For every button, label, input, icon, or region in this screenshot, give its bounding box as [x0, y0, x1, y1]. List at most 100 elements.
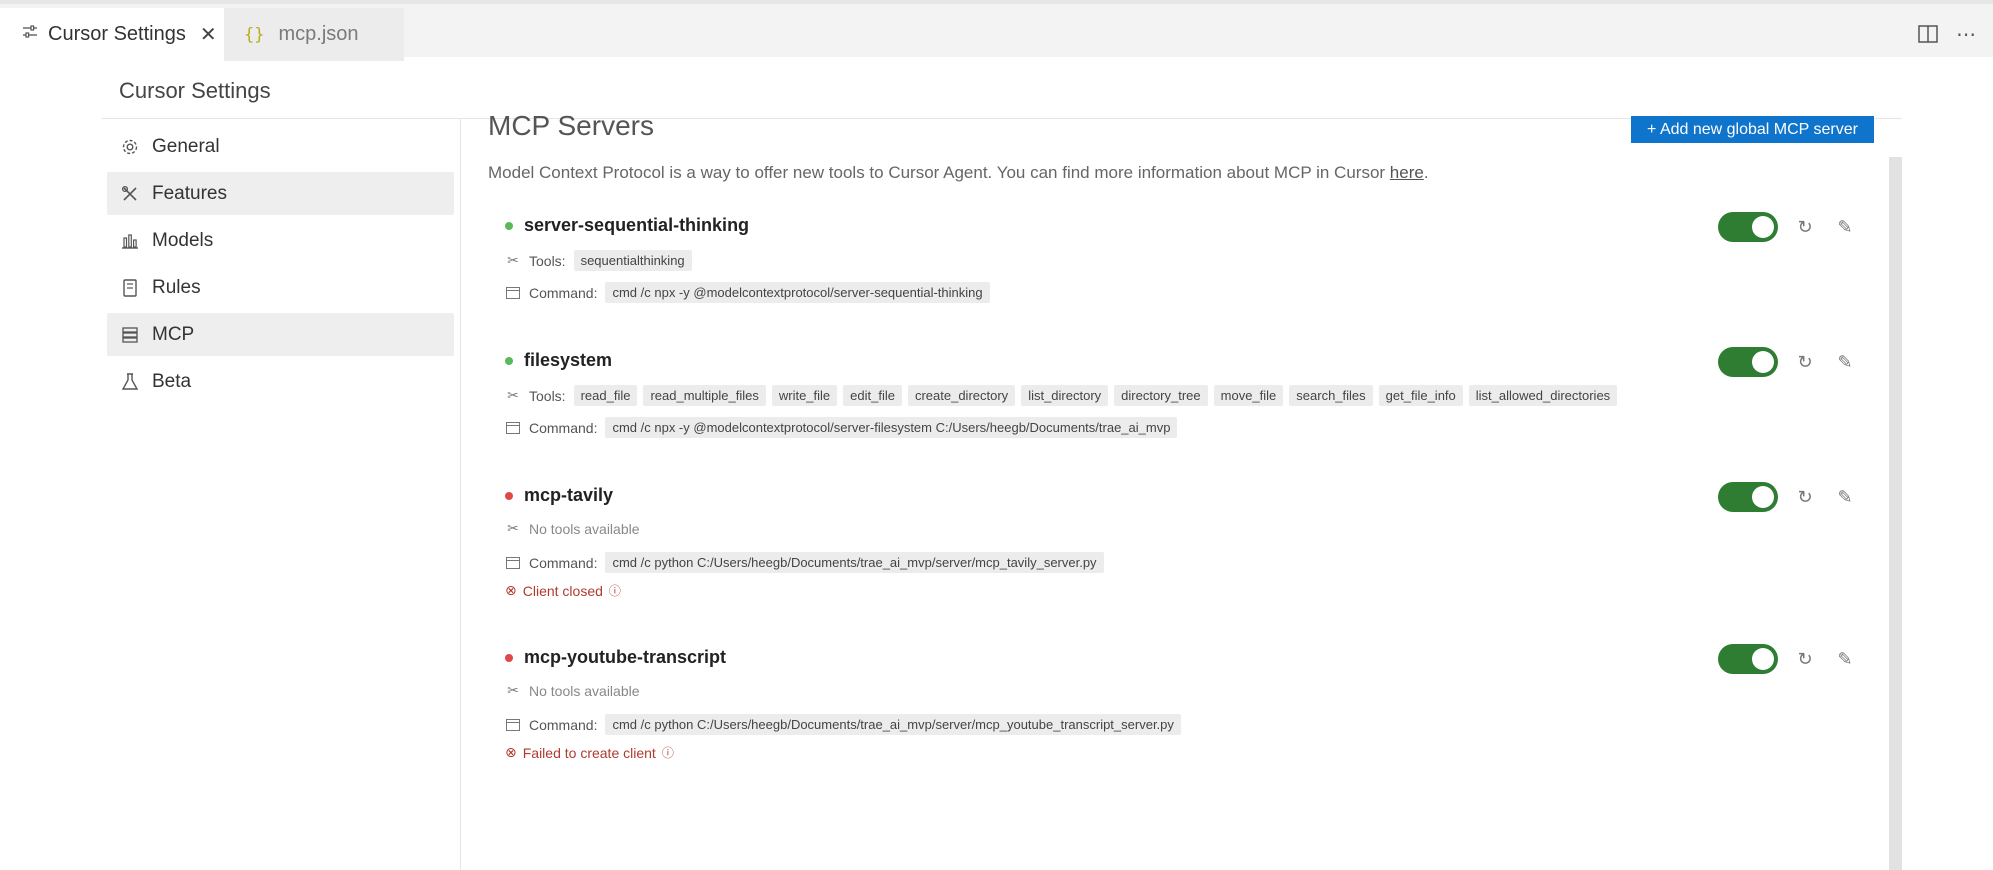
flask-icon — [120, 372, 140, 391]
terminal-icon — [505, 556, 521, 569]
tools-row: ✂ No tools available — [505, 520, 640, 537]
status-dot — [505, 356, 513, 365]
bar-chart-icon — [120, 232, 140, 250]
sidebar-item-label: Rules — [152, 276, 201, 298]
tab-cursor-settings[interactable]: Cursor Settings ✕ — [0, 8, 224, 61]
settings-sliders-icon — [22, 25, 38, 44]
tools-icon: ✂ — [507, 252, 519, 268]
add-global-mcp-server-button[interactable]: + Add new global MCP server — [1631, 116, 1874, 143]
tab-label: Cursor Settings — [48, 23, 186, 45]
command-row: Command: cmd /c npx -y @modelcontextprot… — [505, 282, 996, 303]
error-circle-icon: ⊗ — [505, 582, 517, 598]
more-actions-icon[interactable]: ⋯ — [1952, 22, 1980, 46]
command-chip: cmd /c npx -y @modelcontextprotocol/serv… — [605, 417, 1178, 438]
command-label: Command: — [529, 554, 598, 571]
command-label: Command: — [529, 716, 598, 733]
server-name: server-sequential-thinking — [524, 215, 750, 235]
tool-chip: directory_tree — [1114, 385, 1208, 406]
tools-label: Tools: — [529, 387, 566, 404]
sidebar-item-mcp[interactable]: MCP — [107, 313, 454, 356]
status-dot — [505, 653, 513, 662]
server-error: ⊗ Client closed ⓘ — [505, 582, 621, 599]
tool-chip: sequentialthinking — [573, 250, 692, 271]
tab-mcp-json[interactable]: {} mcp.json — [224, 8, 404, 61]
sidebar-item-rules[interactable]: Rules — [107, 266, 454, 309]
command-row: Command: cmd /c python C:/Users/heegb/Do… — [505, 552, 1110, 573]
sidebar-item-label: General — [152, 135, 220, 157]
error-text: Failed to create client — [522, 744, 656, 761]
settings-sidebar: General Features Models Rules MCP Beta — [107, 125, 454, 407]
server-error: ⊗ Failed to create client ⓘ — [505, 744, 674, 761]
edit-pencil-icon[interactable]: ✎ — [1832, 487, 1858, 508]
tools-icon: ✂ — [507, 520, 519, 536]
page-title: Cursor Settings — [119, 78, 271, 103]
server-name: filesystem — [524, 350, 613, 370]
command-row: Command: cmd /c npx -y @modelcontextprot… — [505, 417, 1183, 438]
refresh-icon[interactable]: ↻ — [1792, 487, 1818, 508]
sidebar-item-label: Models — [152, 229, 214, 251]
tools-label: Tools: — [529, 252, 566, 269]
edit-pencil-icon[interactable]: ✎ — [1832, 217, 1858, 238]
server-controls: ↻ ✎ — [1718, 212, 1858, 242]
tool-chip: move_file — [1213, 385, 1284, 406]
tool-chip: search_files — [1289, 385, 1373, 406]
status-dot — [505, 491, 513, 500]
sidebar-item-label: Features — [152, 182, 227, 204]
server-name: mcp-youtube-transcript — [524, 647, 727, 667]
server-enable-toggle[interactable] — [1718, 212, 1778, 242]
server-enable-toggle[interactable] — [1718, 644, 1778, 674]
terminal-icon — [505, 286, 521, 299]
refresh-icon[interactable]: ↻ — [1792, 217, 1818, 238]
tool-chip: write_file — [771, 385, 838, 406]
section-description: Model Context Protocol is a way to offer… — [488, 163, 1429, 183]
tool-chip: list_directory — [1021, 385, 1109, 406]
editor-tab-bar: Cursor Settings ✕ {} mcp.json ⋯ — [0, 0, 1993, 61]
split-editor-icon[interactable] — [1914, 22, 1942, 46]
server-header: server-sequential-thinking — [505, 215, 749, 236]
server-name: mcp-tavily — [524, 485, 614, 505]
scrollbar[interactable] — [1889, 157, 1902, 870]
json-braces-icon: {} — [244, 24, 265, 45]
edit-pencil-icon[interactable]: ✎ — [1832, 352, 1858, 373]
refresh-icon[interactable]: ↻ — [1792, 649, 1818, 670]
tool-chip: read_multiple_files — [643, 385, 766, 406]
tool-chip: edit_file — [843, 385, 902, 406]
section-title: MCP Servers — [488, 110, 654, 141]
sidebar-divider — [460, 119, 461, 870]
tools-icon: ✂ — [507, 387, 519, 403]
sidebar-item-beta[interactable]: Beta — [107, 360, 454, 403]
sidebar-item-models[interactable]: Models — [107, 219, 454, 262]
server-enable-toggle[interactable] — [1718, 347, 1778, 377]
close-icon[interactable]: ✕ — [200, 22, 217, 47]
mcp-docs-link[interactable]: here — [1390, 163, 1424, 182]
server-header: mcp-tavily — [505, 485, 613, 506]
tab-label: mcp.json — [278, 23, 359, 45]
server-header: filesystem — [505, 350, 612, 371]
sidebar-item-features[interactable]: Features — [107, 172, 454, 215]
edit-pencil-icon[interactable]: ✎ — [1832, 649, 1858, 670]
info-icon[interactable]: ⓘ — [609, 582, 621, 599]
error-text: Client closed — [522, 582, 603, 599]
tools-row: ✂ No tools available — [505, 682, 640, 699]
terminal-icon — [505, 718, 521, 731]
gear-icon — [120, 138, 140, 156]
server-stack-icon — [120, 326, 140, 344]
no-tools-text: No tools available — [529, 520, 640, 537]
server-controls: ↻ ✎ — [1718, 347, 1858, 377]
description-text: Model Context Protocol is a way to offer… — [488, 163, 1390, 182]
sidebar-item-label: MCP — [152, 323, 195, 345]
command-row: Command: cmd /c python C:/Users/heegb/Do… — [505, 714, 1187, 735]
tool-chip: read_file — [573, 385, 638, 406]
server-enable-toggle[interactable] — [1718, 482, 1778, 512]
info-icon[interactable]: ⓘ — [662, 744, 674, 761]
tools-row: ✂ Tools: read_file read_multiple_files w… — [505, 385, 1623, 406]
sidebar-item-general[interactable]: General — [107, 125, 454, 168]
book-icon — [120, 278, 140, 297]
refresh-icon[interactable]: ↻ — [1792, 352, 1818, 373]
command-chip: cmd /c npx -y @modelcontextprotocol/serv… — [605, 282, 990, 303]
no-tools-text: No tools available — [529, 682, 640, 699]
tools-icon — [120, 185, 140, 203]
command-chip: cmd /c python C:/Users/heegb/Documents/t… — [605, 714, 1181, 735]
server-header: mcp-youtube-transcript — [505, 647, 726, 668]
terminal-icon — [505, 421, 521, 434]
